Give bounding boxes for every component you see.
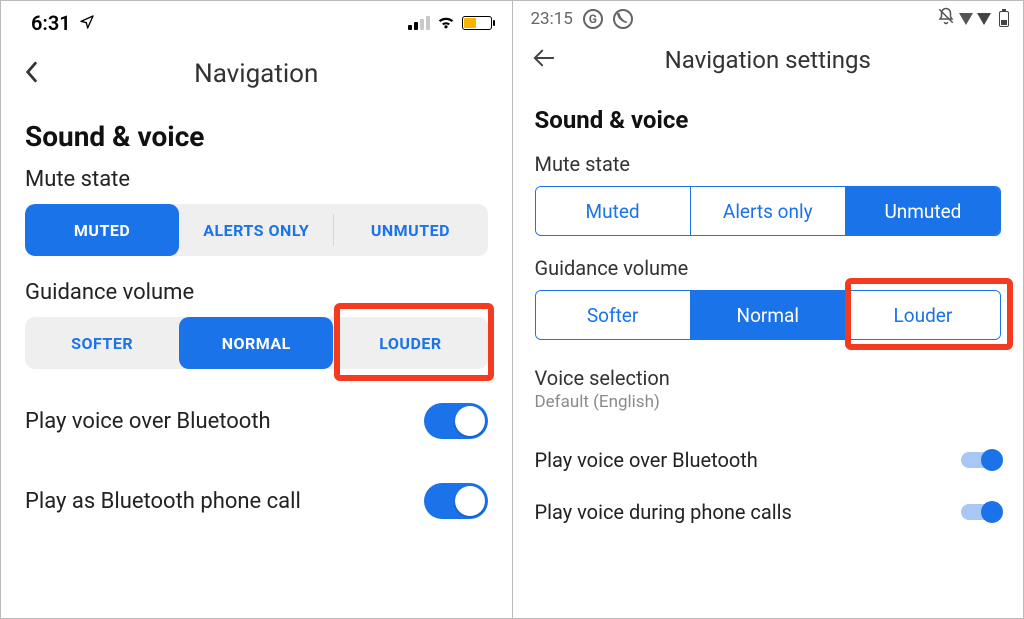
guidance-option-normal[interactable]: NORMAL xyxy=(179,317,333,369)
guidance-option-softer[interactable]: Softer xyxy=(536,291,690,339)
mute-state-segment: Muted Alerts only Unmuted xyxy=(535,186,1002,236)
android-status-bar: 23:15 G xyxy=(513,1,1024,32)
location-arrow-icon xyxy=(79,11,95,35)
play-during-calls-toggle[interactable] xyxy=(961,504,1001,520)
battery-icon xyxy=(462,16,492,30)
signal2-icon xyxy=(977,13,991,25)
mute-state-label: Mute state xyxy=(25,167,488,192)
guidance-volume-label: Guidance volume xyxy=(25,280,488,305)
play-during-calls-label: Play voice during phone calls xyxy=(535,500,792,524)
guidance-volume-label: Guidance volume xyxy=(535,256,1002,280)
section-sound-voice: Sound & voice xyxy=(535,106,1002,134)
mute-option-muted[interactable]: Muted xyxy=(536,187,690,235)
signal-icon xyxy=(959,13,973,25)
play-voice-bt-label: Play voice over Bluetooth xyxy=(535,448,758,472)
play-voice-bt-toggle[interactable] xyxy=(961,452,1001,468)
mute-option-alerts[interactable]: Alerts only xyxy=(690,187,845,235)
back-arrow-icon[interactable] xyxy=(533,46,559,74)
ios-header: Navigation xyxy=(1,35,512,100)
android-header: Navigation settings xyxy=(513,32,1024,82)
page-title: Navigation settings xyxy=(559,46,978,74)
play-bt-call-toggle[interactable] xyxy=(424,483,488,519)
mute-option-unmuted[interactable]: UNMUTED xyxy=(333,204,487,256)
play-voice-bt-label: Play voice over Bluetooth xyxy=(25,409,271,434)
android-time: 23:15 xyxy=(531,9,573,29)
mute-option-muted[interactable]: MUTED xyxy=(25,204,179,256)
cell-signal-icon xyxy=(408,16,430,30)
ios-panel: 6:31 Navigation Sound & voice Mu xyxy=(1,1,512,618)
guidance-volume-segment: Softer Normal Louder xyxy=(535,290,1002,340)
section-sound-voice: Sound & voice xyxy=(25,120,488,153)
ios-time: 6:31 xyxy=(31,11,95,35)
wifi-icon xyxy=(436,11,456,35)
ios-time-text: 6:31 xyxy=(31,11,71,35)
phone-status-icon xyxy=(613,9,633,29)
guidance-option-normal[interactable]: Normal xyxy=(690,291,845,339)
mute-option-unmuted[interactable]: Unmuted xyxy=(845,187,1000,235)
voice-selection-value: Default (English) xyxy=(535,392,1002,412)
mute-option-alerts[interactable]: ALERTS ONLY xyxy=(179,204,333,256)
guidance-volume-segment: SOFTER NORMAL LOUDER xyxy=(25,317,488,369)
ios-status-bar: 6:31 xyxy=(1,1,512,35)
mute-state-label: Mute state xyxy=(535,152,1002,176)
android-battery-icon xyxy=(999,11,1009,27)
play-voice-bt-toggle[interactable] xyxy=(424,403,488,439)
back-chevron-icon[interactable] xyxy=(23,57,49,90)
voice-selection-label: Voice selection xyxy=(535,366,1002,390)
play-bt-call-label: Play as Bluetooth phone call xyxy=(25,489,301,514)
android-panel: 23:15 G Navigation settings xyxy=(512,1,1024,618)
voice-selection-row[interactable]: Voice selection Default (English) xyxy=(535,366,1002,412)
guidance-option-louder[interactable]: Louder xyxy=(845,291,1000,339)
page-title: Navigation xyxy=(49,59,464,89)
mute-state-segment: MUTED ALERTS ONLY UNMUTED xyxy=(25,204,488,256)
guidance-option-louder[interactable]: LOUDER xyxy=(333,317,487,369)
guidance-option-softer[interactable]: SOFTER xyxy=(25,317,179,369)
google-status-icon: G xyxy=(583,9,603,29)
dnd-icon xyxy=(937,7,955,30)
